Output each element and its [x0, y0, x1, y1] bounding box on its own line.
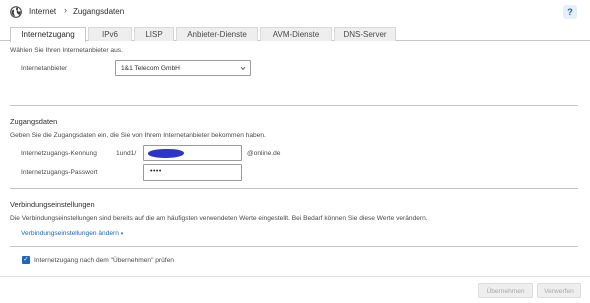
section-divider — [10, 246, 578, 247]
password-input[interactable]: •••• — [143, 164, 242, 181]
tab-internetzugang[interactable]: Internetzugang — [10, 27, 86, 42]
login-prefix: 1und1/ — [116, 150, 137, 157]
discard-button[interactable]: Verwerfen — [537, 283, 581, 298]
breadcrumb-internet[interactable]: Internet — [29, 7, 56, 16]
redaction-scribble — [148, 149, 184, 158]
change-connection-settings-link[interactable]: Verbindungseinstellungen ändern ▾ — [21, 230, 123, 237]
password-value: •••• — [150, 168, 162, 175]
provider-select[interactable]: 1&1 Telecom GmbH — [115, 60, 251, 76]
password-label: Internetzugangs-Passwort — [21, 169, 98, 176]
provider-intro-text: Wählen Sie Ihren Internetanbieter aus. — [10, 47, 123, 54]
help-icon[interactable]: ? — [563, 5, 577, 19]
check-connection-label: Internetzugang nach dem "Übernehmen" prü… — [34, 257, 174, 264]
check-connection-checkbox[interactable]: ✓ — [22, 256, 30, 264]
provider-selected-value: 1&1 Telecom GmbH — [121, 65, 180, 72]
tab-ipv6[interactable]: IPv6 — [88, 27, 132, 41]
tab-anbieter-dienste[interactable]: Anbieter-Dienste — [176, 27, 258, 41]
tab-bar: Internetzugang IPv6 LISP Anbieter-Dienst… — [0, 25, 590, 42]
login-suffix: @online.de — [247, 150, 281, 157]
tab-avm-dienste[interactable]: AVM-Dienste — [260, 27, 332, 41]
breadcrumb-separator: › — [64, 5, 67, 15]
apply-button[interactable]: Übernehmen — [478, 283, 533, 298]
credentials-heading: Zugangsdaten — [10, 117, 58, 126]
provider-label: Internetanbieter — [21, 65, 68, 72]
connection-heading: Verbindungseinstellungen — [10, 200, 95, 209]
globe-icon — [10, 6, 22, 18]
tab-lisp[interactable]: LISP — [134, 27, 174, 41]
login-input[interactable] — [143, 145, 242, 161]
tab-dns-server[interactable]: DNS-Server — [334, 27, 396, 41]
section-divider — [10, 105, 578, 106]
chevron-down-icon — [240, 66, 246, 71]
credentials-intro-text: Geben Sie die Zugangsdaten ein, die Sie … — [10, 132, 266, 139]
breadcrumb: Internet › Zugangsdaten ? — [0, 0, 590, 25]
breadcrumb-current-page: Zugangsdaten — [73, 7, 125, 16]
connection-intro-text: Die Verbindungseinstellungen sind bereit… — [10, 215, 428, 222]
change-connection-settings-label: Verbindungseinstellungen ändern — [21, 230, 119, 237]
login-label: Internetzugangs-Kennung — [21, 150, 97, 157]
chevron-down-icon: ▾ — [120, 231, 124, 237]
footer-divider — [0, 276, 590, 277]
section-divider — [10, 188, 578, 189]
